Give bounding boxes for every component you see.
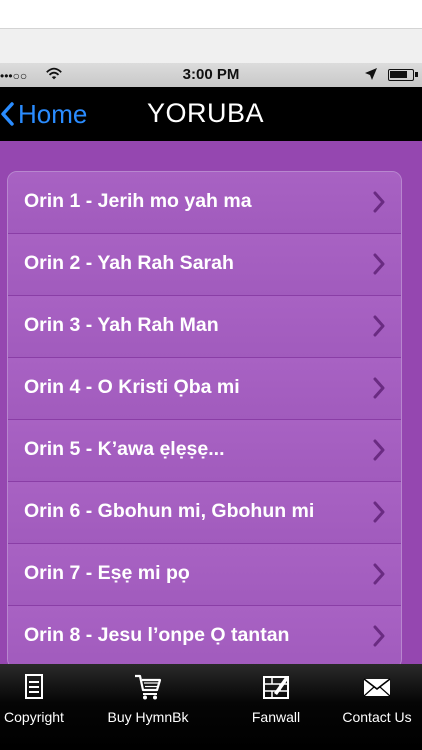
list-item-label: Orin 4 - O Kristi Ọba mi [24, 376, 240, 398]
list-item-label: Orin 3 - Yah Rah Man [24, 314, 219, 336]
hymn-list: Orin 1 - Jerih mo yah ma Orin 2 - Yah Ra… [7, 171, 402, 664]
tab-buy-hymnbook[interactable]: Buy HymnBk [98, 664, 198, 750]
status-time: 3:00 PM [182, 66, 240, 83]
cart-icon [135, 674, 162, 700]
list-item-label: Orin 1 - Jerih mo yah ma [24, 190, 252, 212]
list-item[interactable]: Orin 5 - K’awa ẹlẹṣẹ... [8, 420, 401, 482]
list-item[interactable]: Orin 7 - Eṣẹ mi pọ [8, 544, 401, 606]
main-content: Orin 1 - Jerih mo yah ma Orin 2 - Yah Ra… [0, 141, 422, 664]
list-item-label: Orin 7 - Eṣẹ mi pọ [24, 562, 190, 584]
navigation-bar: Home YORUBA [0, 87, 422, 141]
chevron-right-icon [373, 625, 385, 647]
list-item[interactable]: Orin 1 - Jerih mo yah ma [8, 172, 401, 234]
chevron-right-icon [373, 563, 385, 585]
tab-label: Buy HymnBk [107, 709, 189, 725]
list-item[interactable]: Orin 6 - Gbohun mi, Gbohun mi [8, 482, 401, 544]
back-button-label: Home [18, 98, 88, 129]
chevron-right-icon [373, 501, 385, 523]
envelope-icon [363, 678, 391, 697]
list-item[interactable]: Orin 4 - O Kristi Ọba mi [8, 358, 401, 420]
screen-top-band [0, 29, 422, 63]
chevron-right-icon [373, 439, 385, 461]
list-item[interactable]: Orin 2 - Yah Rah Sarah [8, 234, 401, 296]
tab-label: Contact Us [342, 709, 412, 725]
chevron-right-icon [373, 191, 385, 213]
tab-fanwall[interactable]: Fanwall [226, 664, 326, 750]
status-bar: •••○○ 3:00 PM [0, 63, 422, 87]
list-item[interactable]: Orin 8 - Jesu l’onpe Ọ tantan [8, 606, 401, 664]
chevron-right-icon [373, 377, 385, 399]
back-button[interactable]: Home [0, 97, 87, 131]
tab-contact-us[interactable]: Contact Us [334, 664, 420, 750]
tab-bar: Copyright Buy HymnBk Fanwall Contact Us [0, 664, 422, 750]
location-arrow-icon [365, 68, 377, 80]
list-item[interactable]: Orin 3 - Yah Rah Man [8, 296, 401, 358]
list-item-label: Orin 8 - Jesu l’onpe Ọ tantan [24, 624, 290, 646]
battery-icon [388, 69, 418, 81]
list-item-label: Orin 5 - K’awa ẹlẹṣẹ... [24, 438, 225, 460]
tab-label: Copyright [4, 709, 64, 725]
screen-top-margin [0, 0, 422, 28]
chevron-right-icon [373, 253, 385, 275]
chevron-left-icon [1, 102, 14, 126]
tab-copyright[interactable]: Copyright [0, 664, 68, 750]
tab-label: Fanwall [251, 709, 301, 725]
list-item-label: Orin 6 - Gbohun mi, Gbohun mi [24, 500, 315, 522]
fanwall-icon [263, 676, 289, 699]
document-icon [25, 674, 43, 699]
chevron-right-icon [373, 315, 385, 337]
page-title: YORUBA [147, 98, 265, 128]
list-item-label: Orin 2 - Yah Rah Sarah [24, 252, 234, 274]
